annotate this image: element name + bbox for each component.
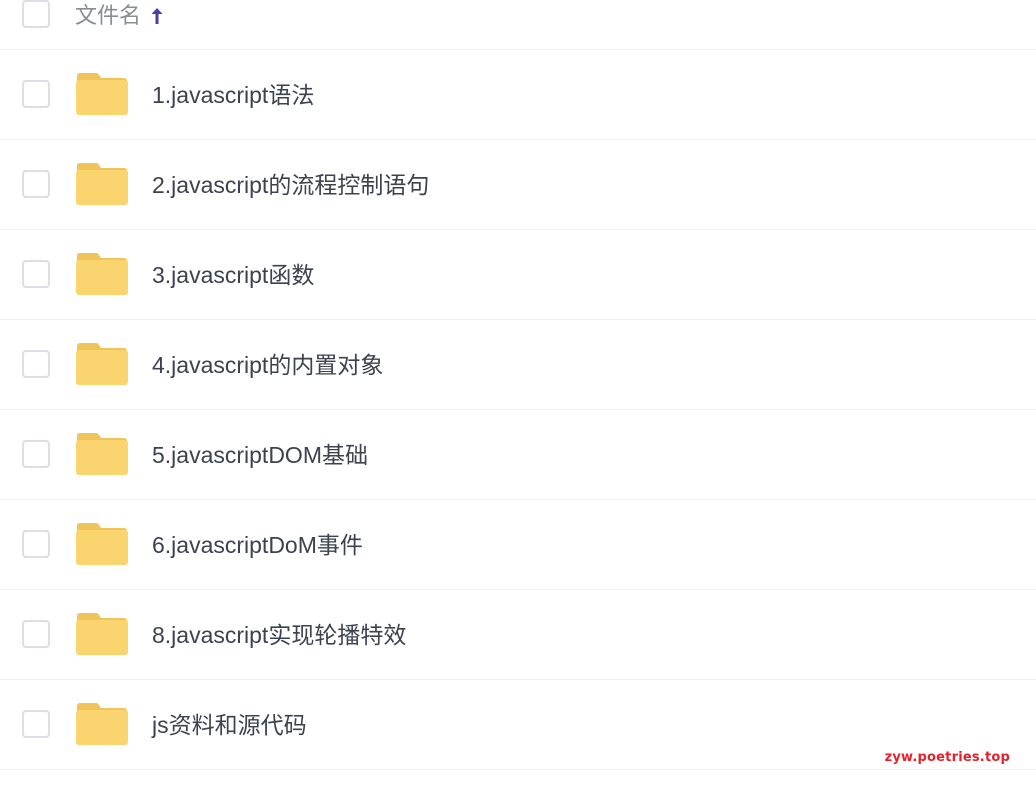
file-name[interactable]: 8.javascript实现轮播特效 — [152, 620, 406, 650]
file-list-header: 文件名 — [0, 0, 1036, 50]
row-checkbox[interactable] — [22, 350, 50, 378]
file-row[interactable]: 4.javascript的内置对象 — [0, 320, 1036, 410]
file-row[interactable]: 2.javascript的流程控制语句 — [0, 140, 1036, 230]
folder-icon — [76, 343, 128, 385]
watermark-text: zyw.poetries.top — [884, 750, 1010, 765]
folder-icon — [76, 703, 128, 745]
file-row[interactable]: 8.javascript实现轮播特效 — [0, 590, 1036, 680]
row-checkbox[interactable] — [22, 170, 50, 198]
file-list-page: 文件名 1.javascript语法 2.javascript的流程控制语句 3… — [0, 0, 1036, 794]
file-name[interactable]: 4.javascript的内置对象 — [152, 350, 383, 380]
folder-icon — [76, 613, 128, 655]
file-row[interactable]: js资料和源代码 — [0, 680, 1036, 770]
row-checkbox[interactable] — [22, 440, 50, 468]
row-checkbox[interactable] — [22, 530, 50, 558]
row-checkbox[interactable] — [22, 620, 50, 648]
row-checkbox[interactable] — [22, 710, 50, 738]
file-name[interactable]: 1.javascript语法 — [152, 80, 314, 110]
row-checkbox[interactable] — [22, 260, 50, 288]
file-row[interactable]: 3.javascript函数 — [0, 230, 1036, 320]
folder-icon — [76, 523, 128, 565]
column-header-label: 文件名 — [75, 3, 142, 28]
row-checkbox[interactable] — [22, 80, 50, 108]
file-row[interactable]: 1.javascript语法 — [0, 50, 1036, 140]
folder-icon — [76, 163, 128, 205]
file-name[interactable]: 6.javascriptDoM事件 — [152, 530, 363, 560]
folder-icon — [76, 433, 128, 475]
file-name[interactable]: js资料和源代码 — [152, 710, 307, 740]
file-name[interactable]: 2.javascript的流程控制语句 — [152, 170, 429, 200]
folder-icon — [76, 253, 128, 295]
file-name[interactable]: 3.javascript函数 — [152, 260, 314, 290]
file-name[interactable]: 5.javascriptDOM基础 — [152, 440, 368, 470]
file-row[interactable]: 6.javascriptDoM事件 — [0, 500, 1036, 590]
column-header-filename[interactable]: 文件名 — [75, 3, 165, 29]
arrow-up-icon[interactable] — [149, 6, 165, 26]
file-row[interactable]: 5.javascriptDOM基础 — [0, 410, 1036, 500]
select-all-checkbox[interactable] — [22, 0, 50, 28]
folder-icon — [76, 73, 128, 115]
